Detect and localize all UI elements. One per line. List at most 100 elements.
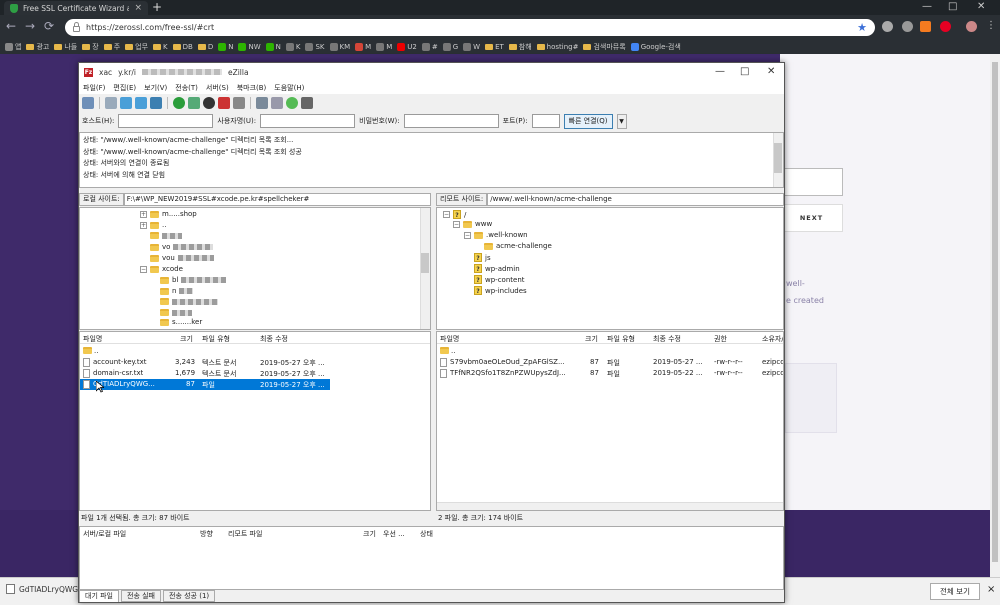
- queue-column-status[interactable]: 상태: [420, 529, 433, 539]
- scroll-thumb[interactable]: [421, 253, 429, 273]
- extension-icon[interactable]: [920, 21, 931, 32]
- disconnect-icon[interactable]: [218, 96, 230, 109]
- column-header-permissions[interactable]: 권한: [714, 334, 727, 344]
- file-row[interactable]: TFfNR2QSfo1T8ZnPZWUpysZdJ... 87 파일 2019-…: [437, 368, 783, 379]
- bookmark-item[interactable]: 검색마뮤록: [583, 42, 626, 52]
- expand-icon[interactable]: +: [140, 210, 147, 218]
- password-input[interactable]: [403, 114, 499, 128]
- profile-avatar[interactable]: [966, 21, 977, 32]
- tree-node[interactable]: [150, 232, 182, 239]
- tree-node[interactable]: +..: [140, 221, 166, 229]
- bookmark-item[interactable]: 주: [103, 42, 120, 52]
- bookmark-item[interactable]: hosting#: [536, 43, 578, 51]
- bookmark-item[interactable]: SK: [305, 42, 325, 51]
- show-all-button[interactable]: 전체 보기: [930, 583, 980, 600]
- webpage-input-box[interactable]: [780, 168, 843, 196]
- collapse-icon[interactable]: −: [453, 220, 460, 228]
- tree-node[interactable]: − xcode: [140, 265, 183, 273]
- column-header-type[interactable]: 파일 유형: [202, 334, 230, 344]
- download-item[interactable]: GdTIADLryQWG...: [6, 584, 85, 594]
- tree-node[interactable]: − www: [453, 220, 492, 228]
- tree-node[interactable]: ? wp-includes: [474, 286, 527, 295]
- tree-node[interactable]: bl: [160, 276, 227, 284]
- queue-column-priority[interactable]: 우선 ...: [383, 529, 405, 539]
- new-tab-button[interactable]: +: [152, 0, 162, 14]
- collapse-icon[interactable]: −: [443, 211, 450, 218]
- menu-server[interactable]: 서버(S): [206, 83, 229, 93]
- menu-help[interactable]: 도움말(H): [274, 83, 304, 93]
- bookmark-item[interactable]: D: [197, 43, 213, 51]
- queue-column-direction[interactable]: 방향: [200, 529, 213, 539]
- menu-edit[interactable]: 편집(E): [113, 83, 136, 93]
- collapse-icon[interactable]: −: [140, 265, 147, 273]
- page-scroll-thumb[interactable]: [992, 62, 998, 562]
- bookmark-item[interactable]: M: [376, 42, 392, 51]
- column-header-modified[interactable]: 최종 수정: [653, 334, 681, 344]
- file-row[interactable]: domain-csr.txt 1,679 텍스트 문서 2019-05-27 오…: [80, 368, 430, 379]
- minimize-button[interactable]: —: [922, 0, 932, 13]
- fz-minimize-button[interactable]: —: [715, 66, 725, 77]
- tab-close-icon[interactable]: ×: [134, 3, 142, 13]
- tree-node[interactable]: vou: [150, 254, 214, 262]
- bookmark-item[interactable]: Google-검색: [630, 42, 681, 52]
- bookmark-item[interactable]: K: [153, 43, 168, 51]
- toggle-remote-tree-icon[interactable]: [135, 96, 147, 109]
- sync-browse-icon[interactable]: [286, 96, 298, 109]
- bookmark-item[interactable]: ET: [485, 43, 504, 51]
- bookmark-item[interactable]: 광고: [26, 42, 49, 52]
- bookmark-item[interactable]: 나들: [54, 42, 77, 52]
- tree-node[interactable]: [160, 309, 192, 316]
- tab-successful-transfers[interactable]: 전송 성공 (1): [163, 590, 216, 602]
- tree-node[interactable]: ? wp-admin: [474, 264, 520, 273]
- tree-node[interactable]: −? /: [443, 210, 466, 219]
- bookmark-item[interactable]: 업무: [125, 42, 148, 52]
- file-row-selected[interactable]: GdTIADLryQWG... 87 파일 2019-05-27 오후 ...: [80, 379, 330, 390]
- tree-node[interactable]: acme-challenge: [484, 242, 552, 250]
- queue-column-local-file[interactable]: 서버/로컬 파일: [83, 529, 126, 539]
- column-header-size[interactable]: 크기: [585, 334, 598, 344]
- bookmark-item[interactable]: #: [421, 42, 438, 51]
- menu-view[interactable]: 보기(V): [144, 83, 167, 93]
- bookmark-item[interactable]: U2: [397, 42, 417, 51]
- quickconnect-button[interactable]: 빠른 연결(Q): [563, 113, 613, 129]
- tab-failed-transfers[interactable]: 전송 실패: [121, 590, 161, 602]
- fz-close-button[interactable]: ✕: [767, 66, 775, 77]
- bookmark-item[interactable]: 장: [82, 42, 99, 52]
- toggle-log-icon[interactable]: [105, 96, 117, 109]
- file-row[interactable]: account-key.txt 3,243 텍스트 문서 2019-05-27 …: [80, 357, 430, 368]
- tab-queued-files[interactable]: 대기 파일: [79, 590, 119, 602]
- tree-node[interactable]: + m.....shop: [140, 210, 197, 218]
- remote-list-hscrollbar[interactable]: [437, 502, 783, 510]
- column-header-modified[interactable]: 최종 수정: [260, 334, 288, 344]
- next-button[interactable]: NEXT: [780, 204, 843, 232]
- file-row[interactable]: ..: [80, 346, 430, 357]
- queue-column-size[interactable]: 크기: [363, 529, 376, 539]
- bookmark-item[interactable]: G: [442, 42, 458, 51]
- bookmark-item[interactable]: DB: [172, 43, 193, 51]
- expand-icon[interactable]: +: [140, 221, 147, 229]
- bookmark-star-icon[interactable]: ★: [857, 21, 867, 34]
- share-icon[interactable]: [902, 21, 913, 32]
- username-input[interactable]: [260, 114, 356, 128]
- log-scrollbar[interactable]: [773, 133, 783, 187]
- bookmark-item[interactable]: K: [285, 42, 300, 51]
- bookmark-item[interactable]: N: [265, 42, 281, 51]
- compare-icon[interactable]: [271, 96, 283, 109]
- reconnect-icon[interactable]: [233, 96, 245, 109]
- tree-node[interactable]: vo: [150, 243, 214, 251]
- menu-bookmarks[interactable]: 북마크(B): [237, 83, 267, 93]
- column-header-name[interactable]: 파일명: [440, 334, 459, 344]
- collapse-icon[interactable]: −: [464, 231, 471, 239]
- cancel-icon[interactable]: [203, 96, 215, 109]
- fz-maximize-button[interactable]: □: [740, 66, 749, 77]
- bookmark-item[interactable]: N: [218, 42, 233, 51]
- pinterest-icon[interactable]: [940, 21, 951, 32]
- host-input[interactable]: [118, 114, 214, 128]
- column-header-size[interactable]: 크기: [180, 334, 193, 344]
- browser-tab[interactable]: Free SSL Certificate Wizard and ×: [4, 1, 148, 15]
- tree-node[interactable]: − .well-known: [464, 231, 528, 239]
- close-shelf-icon[interactable]: ×: [987, 584, 995, 595]
- file-row[interactable]: S79vbm0aeOLeOud_ZpAFGlSZ... 87 파일 2019-0…: [437, 357, 783, 368]
- tree-node[interactable]: ? js: [474, 253, 491, 262]
- column-header-owner[interactable]: 소유자/그: [762, 334, 783, 344]
